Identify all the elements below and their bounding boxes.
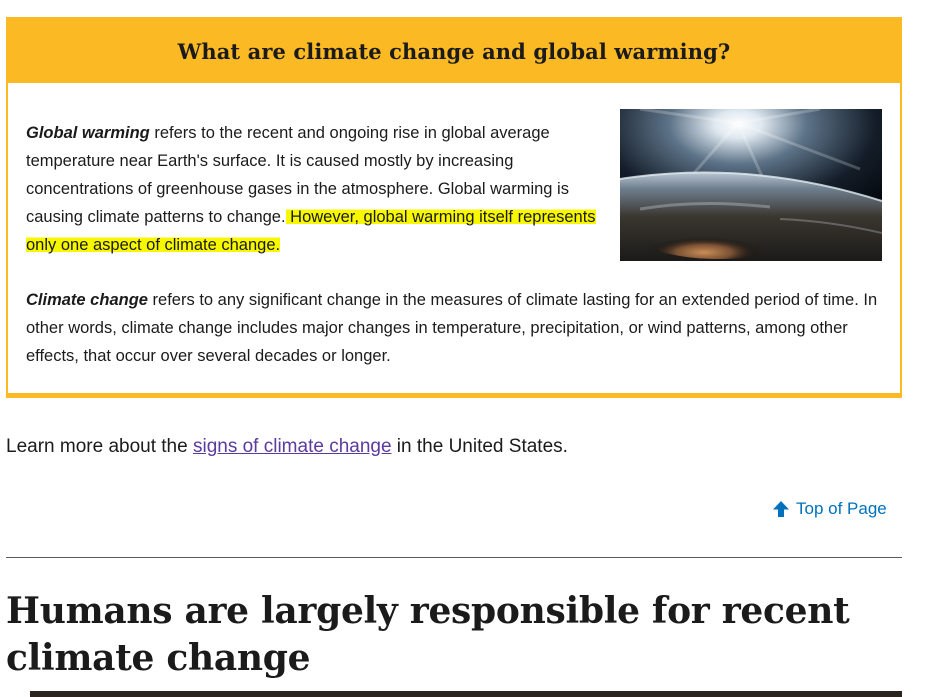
page: What are climate change and global warmi… xyxy=(0,0,928,697)
climate-change-term: Climate change xyxy=(26,291,148,309)
learn-more-prefix: Learn more about the xyxy=(6,436,193,457)
arrow-up-icon xyxy=(772,500,790,518)
top-of-page-label: Top of Page xyxy=(796,499,887,518)
climate-change-paragraph: Climate change refers to any significant… xyxy=(26,286,886,370)
next-image-edge xyxy=(30,691,902,697)
section-divider xyxy=(6,557,902,558)
info-box: What are climate change and global warmi… xyxy=(6,17,902,398)
global-warming-term: Global warming xyxy=(26,124,150,142)
top-of-page-link[interactable]: Top of Page xyxy=(772,499,887,519)
global-warming-paragraph: Global warming refers to the recent and … xyxy=(26,119,611,259)
learn-more-suffix: in the United States. xyxy=(391,436,568,457)
info-box-title: What are climate change and global warmi… xyxy=(177,38,731,64)
info-box-header: What are climate change and global warmi… xyxy=(8,19,900,83)
learn-more-text: Learn more about the signs of climate ch… xyxy=(6,433,568,461)
signs-of-climate-change-link[interactable]: signs of climate change xyxy=(193,436,392,457)
earth-image-graphic xyxy=(620,109,882,261)
climate-change-text: refers to any significant change in the … xyxy=(26,291,878,365)
section-heading: Humans are largely responsible for recen… xyxy=(6,590,850,679)
earth-from-space-image xyxy=(620,109,882,261)
